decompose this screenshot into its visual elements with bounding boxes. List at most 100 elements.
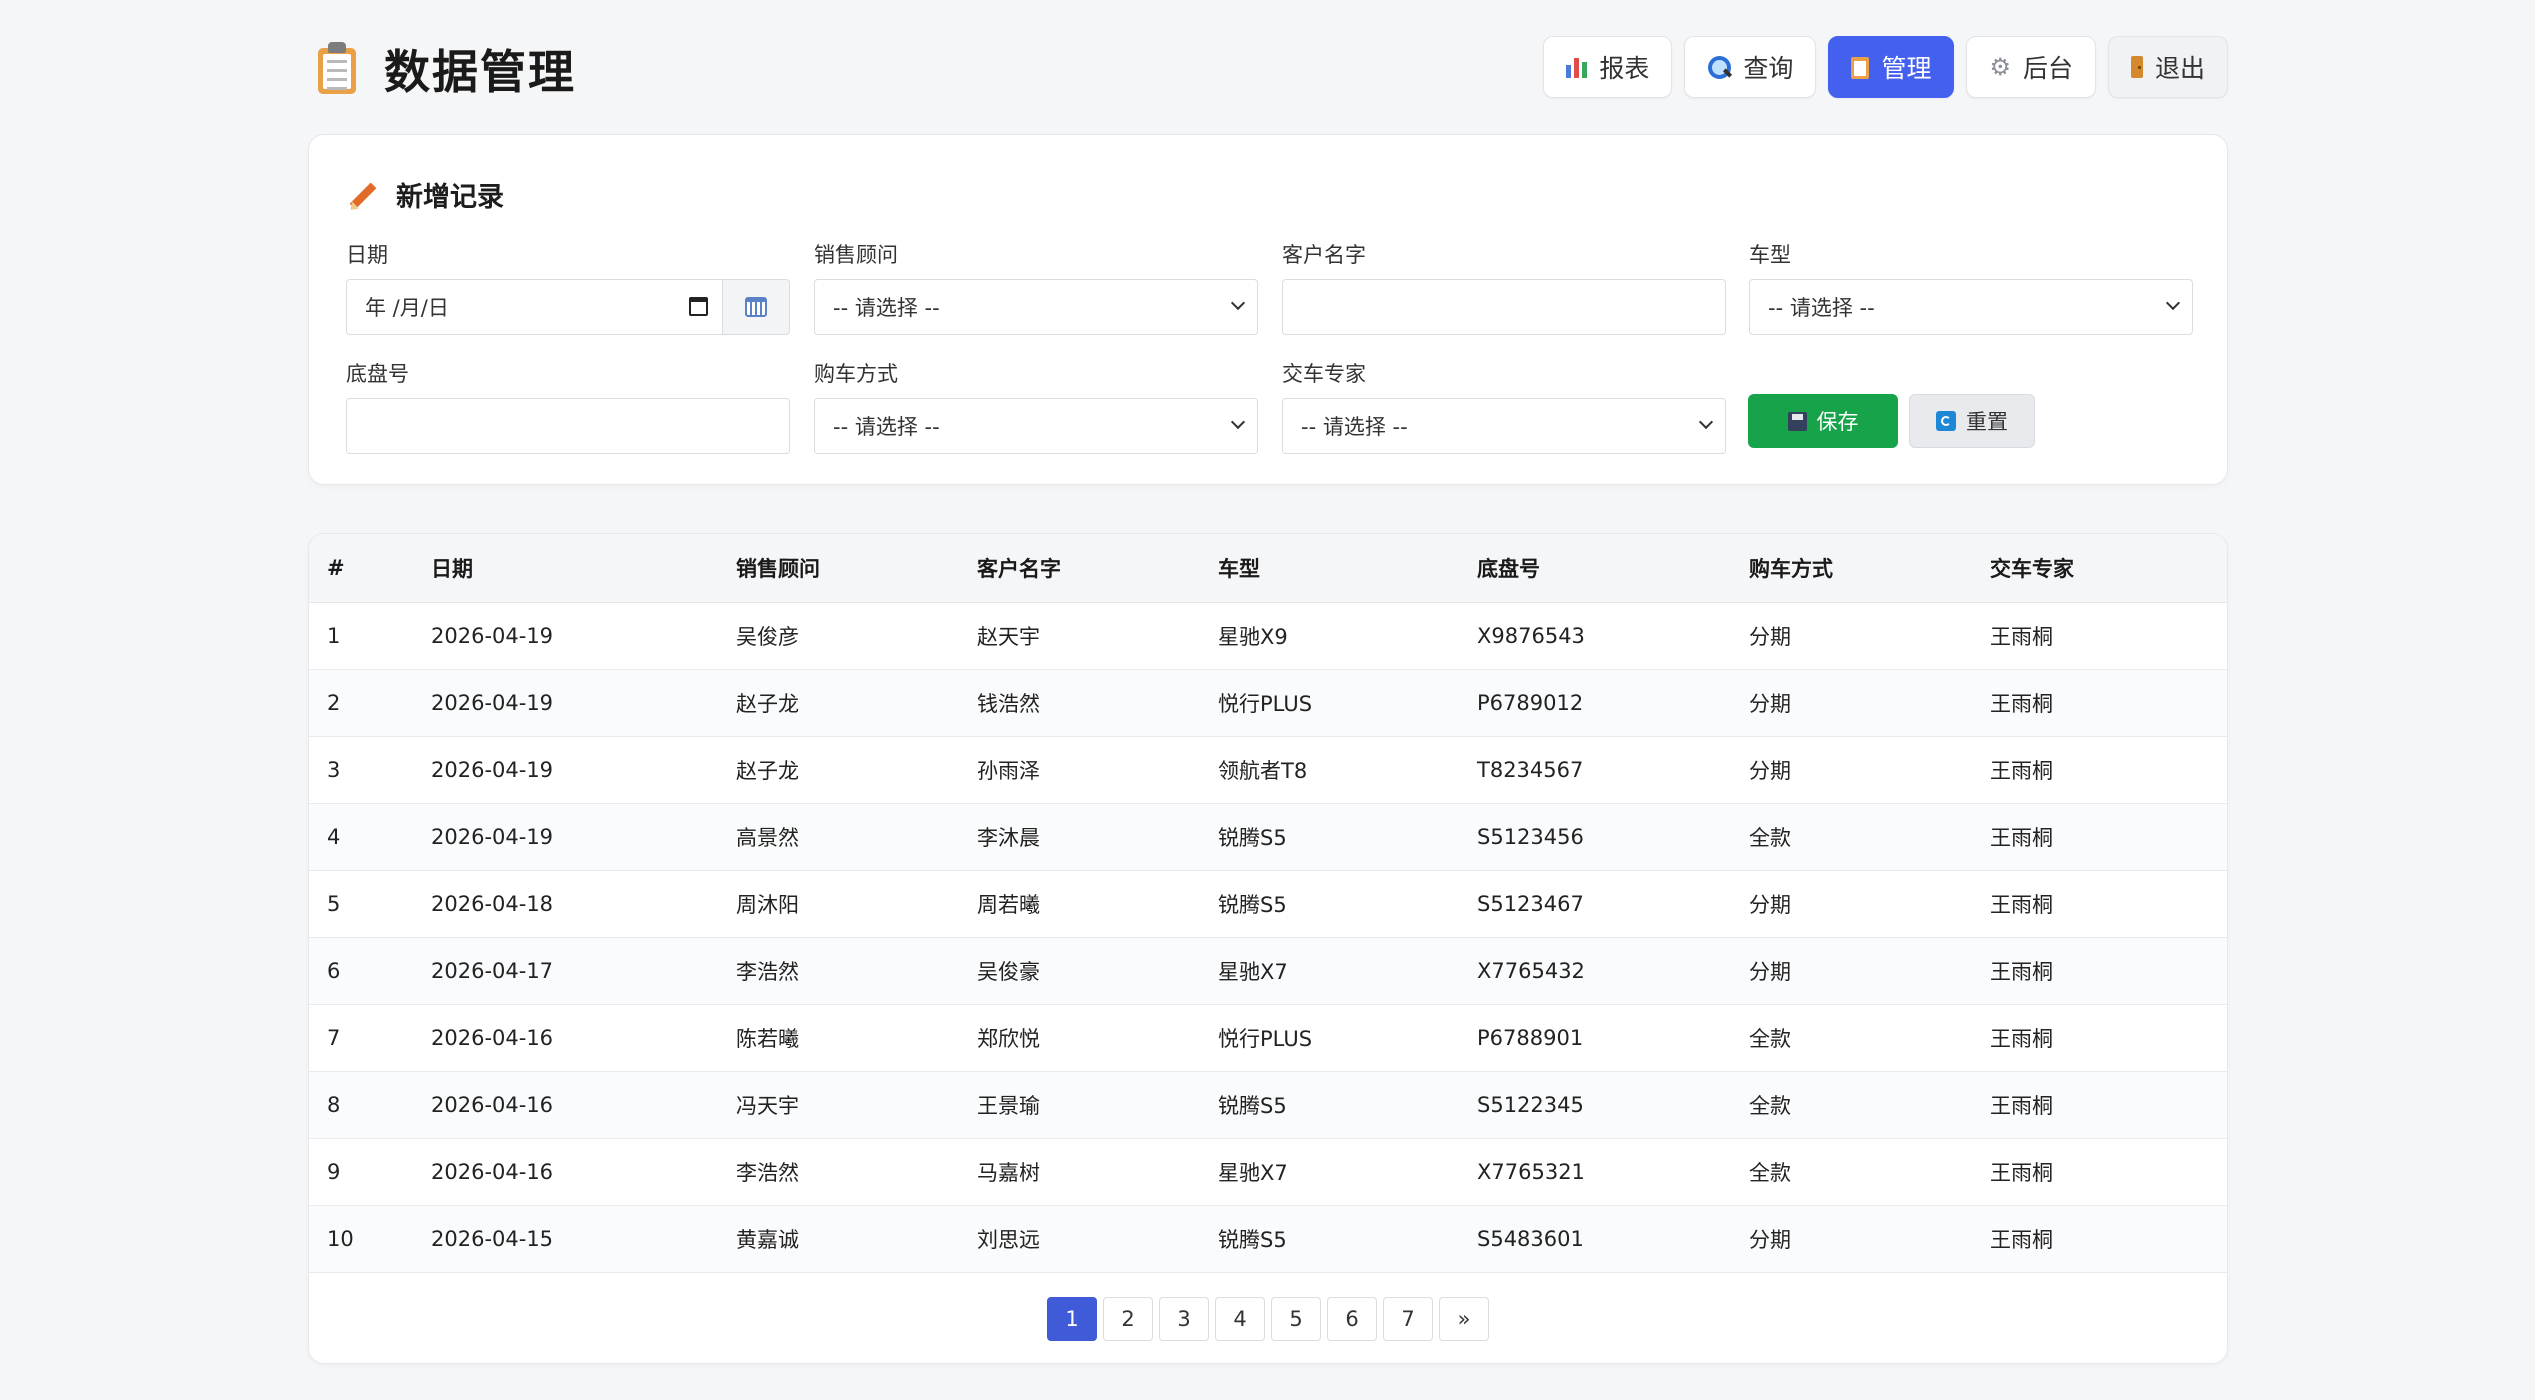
nav-admin-button[interactable]: ⚙ 后台: [1966, 36, 2096, 98]
table-cell: 2026-04-15: [431, 1226, 554, 1251]
table-cell: S5122345: [1477, 1092, 1584, 1117]
payment-selected: -- 请选择 --: [833, 415, 940, 439]
column-header: 车型: [1218, 534, 1477, 603]
floppy-disk-icon: [1787, 411, 1807, 431]
payment-field: 购车方式 -- 请选择 --: [814, 358, 1258, 454]
table-cell: 5: [327, 891, 341, 916]
table-row: 8 2026-04-16 冯天宇 王景瑜 锐腾S5 S5122345 全款 王雨桐: [309, 1071, 2227, 1138]
table-row: 4 2026-04-19 高景然 李沐晨 锐腾S5 S5123456 全款 王雨桐: [309, 803, 2227, 870]
nav-report-button[interactable]: 报表: [1543, 36, 1673, 98]
table-cell: 全款: [1749, 1160, 1791, 1185]
table-row: 10 2026-04-15 黄嘉诚 刘思远 锐腾S5 S5483601 分期 王雨桐: [309, 1205, 2227, 1272]
table-cell: 王雨桐: [1990, 1026, 2053, 1051]
table-cell: 周沐阳: [736, 892, 799, 917]
calendar-picker-icon[interactable]: [689, 297, 708, 316]
table-cell: 悦行PLUS: [1218, 691, 1313, 716]
header: 数据管理 报表 查询 管理 ⚙ 后台 退出: [308, 0, 2228, 136]
model-label: 车型: [1749, 243, 1791, 267]
table-cell: 李浩然: [736, 959, 799, 984]
customer-input[interactable]: [1282, 279, 1726, 335]
nav-report-label: 报表: [1599, 54, 1650, 83]
refresh-icon: [1936, 411, 1956, 431]
table-cell: 王景瑜: [977, 1093, 1040, 1118]
table-cell: 赵子龙: [736, 758, 799, 783]
table-cell: 分期: [1749, 624, 1791, 649]
table-header-row: # 日期 销售顾问 客户名字 车型 底盘号 购车方式 交车专家: [309, 534, 2227, 603]
advisor-select[interactable]: -- 请选择 --: [814, 279, 1258, 335]
table-cell: 星驰X7: [1218, 1160, 1288, 1185]
table-cell: 孙雨泽: [977, 758, 1040, 783]
page-button-2[interactable]: 2: [1103, 1297, 1153, 1341]
table-cell: 郑欣悦: [977, 1026, 1040, 1051]
next-page-button[interactable]: »: [1439, 1297, 1489, 1341]
table-cell: X9876543: [1477, 623, 1585, 648]
table-cell: S5123467: [1477, 891, 1584, 916]
page-button-6[interactable]: 6: [1327, 1297, 1377, 1341]
nav-query-button[interactable]: 查询: [1684, 36, 1817, 98]
table-cell: 分期: [1749, 758, 1791, 783]
save-button[interactable]: 保存: [1748, 394, 1898, 448]
form-title-text: 新增记录: [396, 182, 504, 213]
table-row: 5 2026-04-18 周沐阳 周若曦 锐腾S5 S5123467 分期 王雨桐: [309, 870, 2227, 937]
model-select[interactable]: -- 请选择 --: [1749, 279, 2193, 335]
date-placeholder: 年 /月/日: [365, 296, 449, 320]
vin-field: 底盘号: [346, 358, 790, 454]
expert-select[interactable]: -- 请选择 --: [1282, 398, 1726, 454]
table-cell: 王雨桐: [1990, 959, 2053, 984]
table-cell: P6789012: [1477, 690, 1584, 715]
table-row: 1 2026-04-19 吴俊彦 赵天宇 星驰X9 X9876543 分期 王雨桐: [309, 602, 2227, 669]
clipboard-icon: [314, 42, 362, 96]
page-button-1[interactable]: 1: [1047, 1297, 1097, 1341]
door-icon: [2130, 56, 2143, 78]
table-cell: 锐腾S5: [1218, 1093, 1287, 1118]
table-cell: 2026-04-16: [431, 1159, 554, 1184]
bar-chart-icon: [1566, 56, 1588, 78]
search-icon: [1707, 55, 1732, 79]
save-label: 保存: [1816, 410, 1859, 434]
reset-button[interactable]: 重置: [1909, 394, 2035, 448]
table-cell: 星驰X9: [1218, 624, 1288, 649]
page-button-5[interactable]: 5: [1271, 1297, 1321, 1341]
table-cell: 3: [327, 757, 341, 782]
column-header: 购车方式: [1749, 534, 1990, 603]
chevron-down-icon: [1230, 414, 1246, 430]
table-cell: 2: [327, 690, 341, 715]
nav-admin-label: 后台: [2022, 54, 2073, 83]
nav-logout-button[interactable]: 退出: [2107, 36, 2228, 98]
table-row: 2 2026-04-19 赵子龙 钱浩然 悦行PLUS P6789012 分期 王雨桐: [309, 669, 2227, 736]
page-button-7[interactable]: 7: [1383, 1297, 1433, 1341]
payment-select[interactable]: -- 请选择 --: [814, 398, 1258, 454]
column-header: 销售顾问: [736, 534, 977, 603]
table-cell: 王雨桐: [1990, 691, 2053, 716]
brand: 数据管理: [314, 36, 576, 102]
table-cell: 1: [327, 623, 341, 648]
table-cell: 全款: [1749, 825, 1791, 850]
table-body: 1 2026-04-19 吴俊彦 赵天宇 星驰X9 X9876543 分期 王雨桐 2 2026-…: [309, 602, 2227, 1272]
table-cell: 分期: [1749, 959, 1791, 984]
nav-manage-button[interactable]: 管理: [1828, 36, 1955, 98]
table-cell: 全款: [1749, 1093, 1791, 1118]
table-cell: 2026-04-19: [431, 824, 554, 849]
table-cell: T8234567: [1477, 757, 1584, 782]
expert-label: 交车专家: [1282, 362, 1366, 386]
page-button-3[interactable]: 3: [1159, 1297, 1209, 1341]
table-cell: 2026-04-19: [431, 757, 554, 782]
date-input[interactable]: 年 /月/日: [346, 279, 723, 335]
calendar-icon: [745, 297, 767, 317]
form-title: 新增记录: [346, 175, 504, 214]
table-cell: 锐腾S5: [1218, 892, 1287, 917]
records-table: # 日期 销售顾问 客户名字 车型 底盘号 购车方式 交车专家 1 2026-04…: [309, 534, 2227, 1273]
nav-logout-label: 退出: [2154, 54, 2205, 83]
table-cell: 王雨桐: [1990, 892, 2053, 917]
vin-input[interactable]: [346, 398, 790, 454]
column-header: 交车专家: [1990, 534, 2227, 603]
calendar-button[interactable]: [723, 279, 790, 335]
top-nav: 报表 查询 管理 ⚙ 后台 退出: [1543, 36, 2228, 98]
table-cell: 吴俊豪: [977, 959, 1040, 984]
page-button-4[interactable]: 4: [1215, 1297, 1265, 1341]
table-cell: 分期: [1749, 1227, 1791, 1252]
table-cell: 李浩然: [736, 1160, 799, 1185]
table-cell: 陈若曦: [736, 1026, 799, 1051]
table-cell: P6788901: [1477, 1025, 1584, 1050]
page: 数据管理 报表 查询 管理 ⚙ 后台 退出 新增记录 日期 年 /月/日 销售顾…: [308, 0, 2228, 1364]
